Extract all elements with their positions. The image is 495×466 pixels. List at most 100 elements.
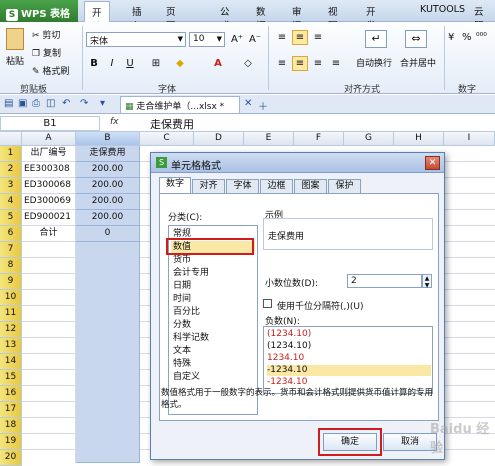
row-header[interactable]: 14 (0, 354, 22, 370)
table-cell[interactable]: ED300068 (22, 178, 76, 194)
table-cell[interactable]: 出厂编号 (22, 146, 76, 162)
chevron-down-icon[interactable]: ▾ (100, 98, 105, 109)
font-size-select[interactable]: 10 ▼ (189, 32, 225, 47)
column-header[interactable]: D (194, 132, 244, 146)
table-cell[interactable]: ED300069 (22, 194, 76, 210)
new-tab-icon[interactable]: ＋ (258, 98, 268, 113)
table-cell[interactable]: 合计 (22, 226, 76, 242)
thousands-separator-checkbox[interactable] (263, 299, 272, 308)
row-header[interactable]: 15 (0, 370, 22, 386)
align-middle-icon[interactable]: ≡ (292, 30, 308, 45)
row-header[interactable]: 3 (0, 178, 22, 194)
redo-icon[interactable]: ↷ (80, 98, 88, 109)
grow-font-button[interactable]: A⁺ (229, 32, 245, 47)
cancel-button[interactable]: 取消 (383, 433, 437, 451)
save-icon[interactable]: ▣ (18, 98, 27, 109)
column-header[interactable]: A (22, 132, 76, 146)
row-header[interactable]: 4 (0, 194, 22, 210)
align-top-icon[interactable]: ≡ (274, 30, 290, 45)
align-left-icon[interactable]: ≡ (274, 56, 290, 71)
tab-pattern[interactable]: 图案 (294, 179, 327, 193)
align-center-icon[interactable]: ≡ (292, 56, 308, 71)
shrink-font-button[interactable]: A⁻ (247, 32, 263, 47)
column-header[interactable]: F (294, 132, 344, 146)
merge-center-button[interactable]: 合并居中 (400, 56, 436, 69)
align-bottom-icon[interactable]: ≡ (310, 30, 326, 45)
row-header[interactable]: 8 (0, 258, 22, 274)
row-header[interactable]: 17 (0, 402, 22, 418)
tab-home[interactable]: 开始 (84, 1, 110, 33)
row-header[interactable]: 16 (0, 386, 22, 402)
justify-icon[interactable]: ≡ (328, 56, 344, 71)
table-cell[interactable]: 200.00 (76, 178, 140, 194)
dialog-title-bar[interactable]: S 单元格格式 ✕ (151, 153, 444, 173)
tab-alignment[interactable]: 对齐 (192, 179, 225, 193)
table-cell[interactable]: 200.00 (76, 210, 140, 226)
list-item[interactable]: 自定义 (171, 371, 255, 383)
tab-protection[interactable]: 保护 (328, 179, 361, 193)
format-painter-button[interactable]: ✎ 格式刷 (32, 64, 69, 77)
underline-button[interactable]: U (122, 56, 138, 71)
document-tab[interactable]: ▦ 走合维护单（...xlsx * (120, 96, 240, 113)
row-header[interactable]: 1 (0, 146, 22, 162)
table-cell[interactable]: 走保费用 (76, 146, 140, 162)
wrap-text-icon[interactable]: ↵ (365, 30, 387, 48)
clear-format-icon[interactable]: ◇ (240, 56, 256, 71)
row-header[interactable]: 19 (0, 434, 22, 450)
font-color-icon[interactable]: A (210, 56, 226, 71)
font-name-select[interactable]: 宋体 ▼ (86, 32, 186, 47)
table-cell[interactable]: 200.00 (76, 162, 140, 178)
selected-column-range[interactable] (76, 242, 140, 463)
tab-kutools[interactable]: KUTOOLS (420, 4, 465, 15)
row-header[interactable]: 5 (0, 210, 22, 226)
decimal-places-input[interactable]: 2 (347, 274, 422, 288)
paste-button[interactable]: 粘贴 (6, 54, 24, 67)
list-item[interactable]: 文本 (171, 345, 255, 357)
row-header[interactable]: 6 (0, 226, 22, 242)
row-header[interactable]: 12 (0, 322, 22, 338)
print-icon[interactable]: ⎙ (32, 98, 40, 109)
row-header[interactable]: 11 (0, 306, 22, 322)
list-item[interactable]: -1234.10 (267, 365, 431, 376)
name-box[interactable]: B1 (0, 116, 100, 131)
row-header[interactable]: 2 (0, 162, 22, 178)
column-header[interactable]: H (394, 132, 444, 146)
row-header[interactable]: 9 (0, 274, 22, 290)
copy-button[interactable]: ❐ 复制 (32, 46, 61, 59)
column-header[interactable]: I (444, 132, 495, 146)
column-header[interactable]: B (76, 132, 140, 146)
cut-button[interactable]: ✂ 剪切 (32, 28, 60, 41)
negative-format-list[interactable]: (1234.10) (1234.10) 1234.10 -1234.10 -12… (263, 326, 433, 394)
list-item[interactable]: 时间 (171, 293, 255, 305)
table-cell[interactable]: EE300308 (22, 162, 76, 178)
wps-menu-button[interactable]: SWPS 表格 ▾ (0, 0, 78, 32)
fill-color-icon[interactable]: ◆ (172, 56, 188, 71)
row-header[interactable]: 7 (0, 242, 22, 258)
spinner-arrows-icon[interactable]: ▲ ▼ (422, 274, 432, 289)
row-header[interactable]: 20 (0, 450, 22, 466)
borders-icon[interactable]: ⊞ (148, 56, 164, 71)
fx-button[interactable]: fx (110, 117, 119, 127)
table-cell[interactable]: 0 (76, 226, 140, 242)
bold-button[interactable]: B (86, 56, 102, 71)
wrap-text-button[interactable]: 自动换行 (356, 56, 392, 69)
tab-number[interactable]: 数字 (159, 177, 191, 194)
list-item[interactable]: 日期 (171, 280, 255, 292)
list-item[interactable]: (1234.10) (267, 329, 431, 340)
list-item[interactable]: 货币 (171, 254, 255, 266)
tab-font[interactable]: 字体 (226, 179, 259, 193)
close-icon[interactable]: ✕ (425, 156, 440, 170)
tab-border[interactable]: 边框 (260, 179, 293, 193)
row-header[interactable]: 10 (0, 290, 22, 306)
formula-input[interactable]: 走保费用 (150, 116, 194, 132)
paste-icon[interactable] (6, 28, 24, 50)
row-header[interactable]: 13 (0, 338, 22, 354)
merge-center-icon[interactable]: ⇔ (405, 30, 427, 48)
column-header[interactable]: C (140, 132, 194, 146)
table-cell[interactable]: ED900021 (22, 210, 76, 226)
undo-icon[interactable]: ↶ (62, 98, 70, 109)
preview-icon[interactable]: ◫ (46, 98, 55, 109)
open-icon[interactable]: ▤ (4, 98, 13, 109)
column-header[interactable]: E (244, 132, 294, 146)
percent-button[interactable]: % (462, 32, 472, 43)
